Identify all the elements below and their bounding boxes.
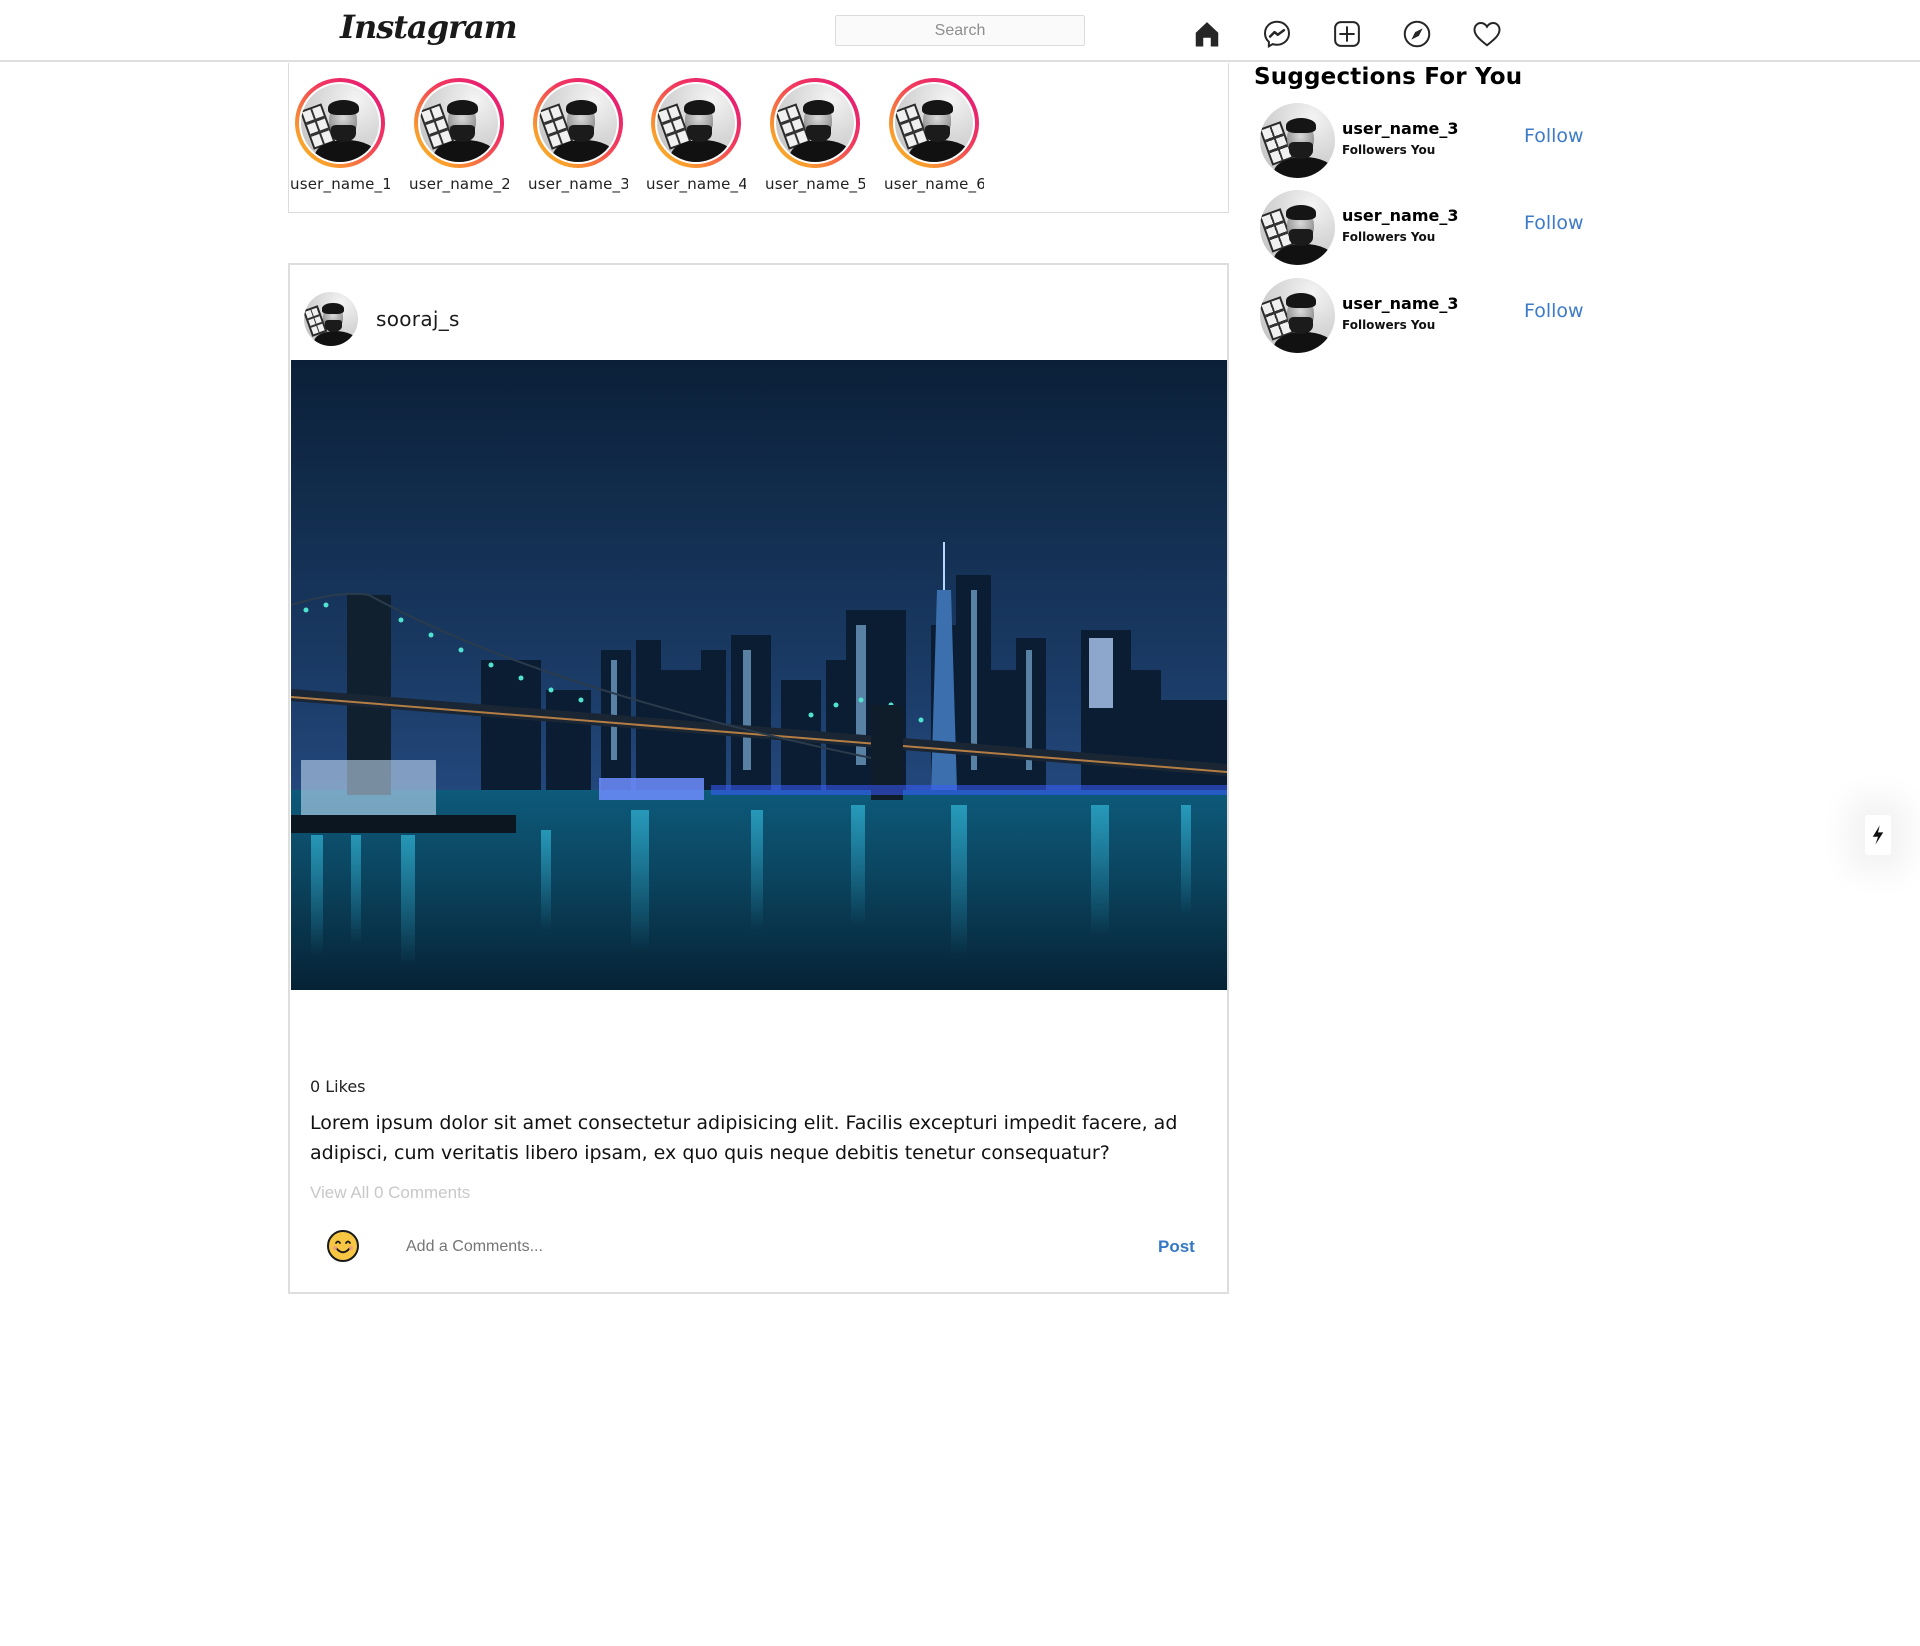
messenger-icon [1263,20,1291,48]
post-author-username[interactable]: sooraj_s [376,307,460,331]
post-header: sooraj_s [304,291,460,347]
follow-button[interactable]: Follow [1524,125,1584,147]
home-icon [1195,22,1219,47]
search-input[interactable] [835,15,1085,46]
suggestion-avatar[interactable] [1260,190,1335,265]
story-avatar [895,84,973,162]
explore-icon [1403,20,1431,48]
post-image[interactable] [291,360,1227,990]
story-username: user_name_2 [409,175,509,193]
suggestion-item: user_name_3 Followers You Follow [1260,190,1600,266]
heart-icon [1473,21,1501,47]
story-username: user_name_4 [646,175,746,193]
post-caption: Lorem ipsum dolor sit amet consectetur a… [310,1112,1178,1164]
post-comment-button[interactable]: Post [1158,1237,1195,1257]
story-item[interactable]: user_name_5 [765,78,865,193]
story-item[interactable]: user_name_1 [290,78,390,193]
messenger-button[interactable] [1261,18,1293,50]
add-comment-row: Post [290,1225,1227,1285]
suggestion-subtitle: Followers You [1342,230,1436,244]
story-avatar [301,84,379,162]
explore-button[interactable] [1401,18,1433,50]
story-ring [889,78,979,168]
story-ring [770,78,860,168]
story-ring [533,78,623,168]
new-post-icon [1334,21,1360,47]
story-item[interactable]: user_name_3 [528,78,628,193]
story-ring [651,78,741,168]
city-night-photo [291,360,1227,990]
view-all-comments-link[interactable]: View All 0 Comments [310,1183,470,1203]
follow-button[interactable]: Follow [1524,212,1584,234]
story-username: user_name_1 [290,175,390,193]
story-ring [295,78,385,168]
stories-bar: user_name_1 user_name_2 user_name_3 user… [288,63,1229,213]
story-item[interactable]: user_name_6 [884,78,984,193]
top-nav: Instagram [0,0,1920,62]
post-author-avatar[interactable] [304,292,358,346]
new-post-button[interactable] [1331,18,1363,50]
story-item[interactable]: user_name_4 [646,78,746,193]
suggestion-item: user_name_3 Followers You Follow [1260,278,1600,354]
suggestions-title: Suggections For You [1254,64,1523,90]
home-button[interactable] [1191,18,1223,50]
lightning-icon [1872,825,1884,845]
story-avatar [657,84,735,162]
post-card: sooraj_s 0 Likes Lorem ipsum dolor sit a… [288,263,1229,1294]
suggestion-subtitle: Followers You [1342,318,1436,332]
activity-button[interactable] [1471,18,1503,50]
suggestion-avatar[interactable] [1260,103,1335,178]
suggestion-avatar[interactable] [1260,278,1335,353]
story-username: user_name_5 [765,175,865,193]
suggestion-username[interactable]: user_name_3 [1342,119,1459,138]
follow-button[interactable]: Follow [1524,300,1584,322]
suggestion-username[interactable]: user_name_3 [1342,206,1459,225]
suggestion-subtitle: Followers You [1342,143,1436,157]
comment-input[interactable] [406,1231,1106,1263]
story-ring [414,78,504,168]
likes-count: 0 Likes [310,1077,366,1096]
story-avatar [420,84,498,162]
smiley-emoji-icon [327,1230,359,1262]
suggestion-username[interactable]: user_name_3 [1342,294,1459,313]
instagram-logo[interactable]: Instagram [340,8,518,46]
story-item[interactable]: user_name_2 [409,78,509,193]
quick-action-button[interactable] [1865,815,1891,855]
story-avatar [776,84,854,162]
suggestion-item: user_name_3 Followers You Follow [1260,103,1600,179]
story-avatar [539,84,617,162]
story-username: user_name_3 [528,175,628,193]
story-username: user_name_6 [884,175,984,193]
emoji-button[interactable] [326,1229,360,1263]
